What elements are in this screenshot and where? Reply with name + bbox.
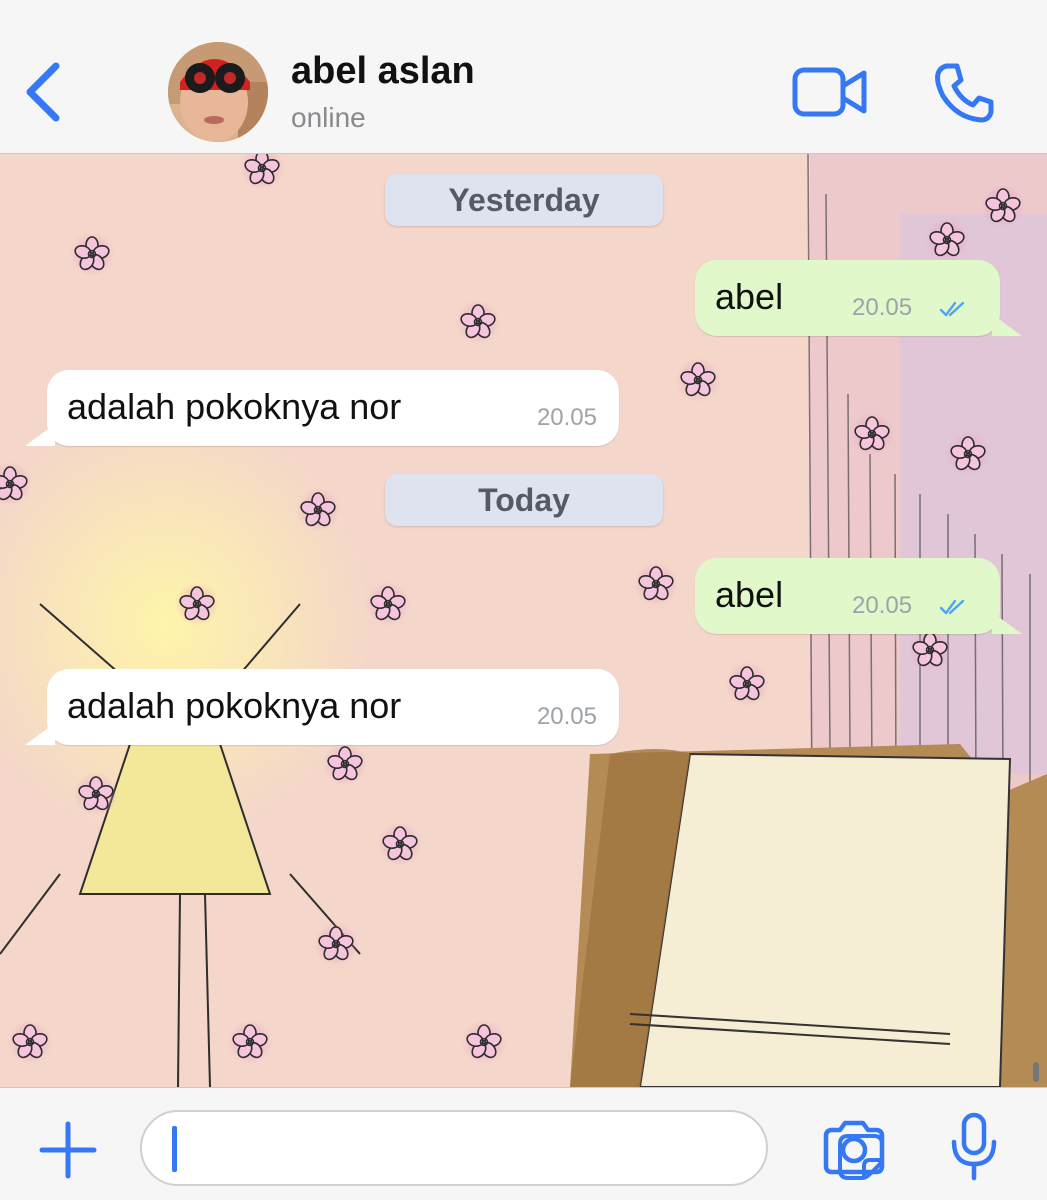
back-button[interactable] [22, 60, 62, 124]
video-call-button[interactable] [792, 64, 868, 120]
message-text: adalah pokoknya nor [67, 685, 402, 726]
date-separator-yesterday: Yesterday [385, 174, 663, 226]
video-camera-icon [792, 67, 867, 117]
contact-status: online [291, 102, 366, 133]
read-ticks-icon [939, 599, 965, 615]
voice-message-button[interactable] [950, 1112, 998, 1182]
camera-button[interactable] [822, 1120, 886, 1176]
attach-button[interactable] [38, 1120, 98, 1180]
message-text: abel [715, 574, 784, 615]
message-time: 20.05 [852, 592, 913, 619]
plus-icon [39, 1121, 97, 1179]
message-time: 20.05 [852, 294, 913, 321]
avatar-image [168, 42, 268, 142]
contact-name[interactable]: abel aslan [291, 50, 475, 93]
message-text: adalah pokoknya nor [67, 386, 402, 427]
microphone-icon [951, 1112, 997, 1181]
composer-bar [0, 1087, 1047, 1200]
message-time: 20.05 [536, 703, 597, 730]
message-bubble-outgoing[interactable]: abel 20.05 [695, 558, 1022, 634]
camera-icon [823, 1120, 885, 1175]
date-separator-today: Today [385, 474, 663, 526]
message-bubble-incoming[interactable]: adalah pokoknya nor 20.05 [25, 370, 619, 446]
read-ticks-icon [939, 301, 965, 317]
message-time: 20.05 [536, 404, 597, 431]
message-bubble-incoming[interactable]: adalah pokoknya nor 20.05 [25, 669, 619, 745]
scrollbar[interactable] [1033, 1062, 1039, 1082]
chat-area[interactable]: Yesterday abel 20.05 adalah pokoknya nor… [0, 154, 1047, 1087]
message-input[interactable] [140, 1110, 884, 1186]
chevron-left-icon [26, 62, 60, 122]
chat-header: abel aslan online [0, 0, 1047, 154]
voice-call-button[interactable] [933, 62, 995, 124]
phone-icon [935, 63, 994, 123]
message-text-field[interactable] [186, 1122, 670, 1176]
text-caret [172, 1126, 177, 1172]
message-text: abel [715, 276, 784, 317]
message-bubble-outgoing[interactable]: abel 20.05 [695, 260, 1022, 336]
contact-avatar[interactable] [168, 42, 268, 142]
